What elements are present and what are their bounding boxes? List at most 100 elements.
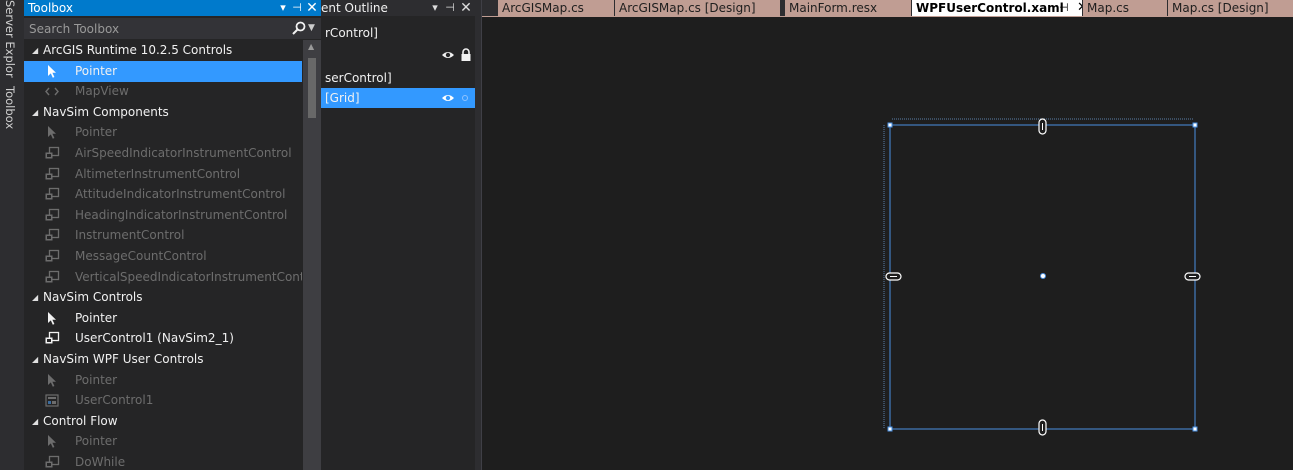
toolbox-item[interactable]: HeadingIndicatorInstrumentControl bbox=[24, 205, 302, 226]
tab-label: ArcGISMap.cs [Design] bbox=[619, 1, 756, 15]
toolbox-item-label: AirSpeedIndicatorInstrumentControl bbox=[75, 146, 292, 160]
lock-toggle-icon[interactable] bbox=[462, 95, 468, 101]
toolbox-category-label: NavSim Controls bbox=[43, 290, 143, 305]
toolbox-item-label: DoWhile bbox=[75, 455, 126, 469]
outline-row[interactable]: rControl] bbox=[321, 23, 475, 43]
resize-handle-bottom-left[interactable] bbox=[887, 426, 893, 432]
server-explorer-tab[interactable]: Server Explorer bbox=[3, 0, 17, 78]
toolbox-title: Toolbox bbox=[28, 1, 73, 15]
expand-arrow-icon[interactable]: ◢ bbox=[32, 102, 38, 123]
toolbox-item-label: AttitudeIndicatorInstrumentControl bbox=[75, 187, 286, 202]
scrollbar-thumb[interactable] bbox=[308, 58, 316, 118]
resize-handle-top-left[interactable] bbox=[887, 122, 893, 128]
toolbox-item-label: MessageCountControl bbox=[75, 249, 207, 263]
expand-arrow-icon[interactable]: ◢ bbox=[32, 411, 38, 432]
toolbox-item[interactable]: Pointer bbox=[24, 370, 302, 391]
toolbox-item[interactable]: InstrumentControl bbox=[24, 225, 302, 246]
toolbox-category-label: ArcGIS Runtime 10.2.5 Controls bbox=[43, 43, 233, 57]
resize-handle-top-right[interactable] bbox=[1192, 122, 1198, 128]
resize-handle-bottom-right[interactable] bbox=[1192, 426, 1198, 432]
tab-arcgismap-design[interactable]: ArcGISMap.cs [Design] bbox=[615, 0, 780, 16]
tab-map-design[interactable]: Map.cs [Design] bbox=[1168, 0, 1293, 16]
toolbox-item-label: VerticalSpeedIndicatorInstrumentControl bbox=[75, 269, 302, 284]
window-position-dropdown-icon[interactable]: ▾ bbox=[276, 0, 290, 16]
lock-icon[interactable] bbox=[460, 48, 472, 62]
toolbox-category[interactable]: ◢ Control Flow bbox=[24, 411, 302, 432]
margin-adorner-right[interactable] bbox=[1184, 272, 1201, 281]
outline-row[interactable] bbox=[321, 45, 475, 65]
search-icon[interactable] bbox=[292, 21, 306, 35]
toolbox-category[interactable]: ◢ NavSim Controls bbox=[24, 287, 302, 308]
close-icon[interactable]: ✕ bbox=[305, 0, 319, 16]
toolbox-item[interactable]: UserControl1 bbox=[24, 390, 302, 411]
margin-adorner-bottom[interactable] bbox=[1038, 419, 1047, 436]
toolbox-scrollbar[interactable]: ▲ bbox=[303, 40, 321, 470]
pointer-icon bbox=[48, 311, 56, 325]
toolbox-side-tab[interactable]: Toolbox bbox=[3, 86, 17, 129]
toolbox-item-label: UserControl1 (NavSim2_1) bbox=[75, 331, 234, 346]
design-canvas bbox=[883, 118, 1201, 436]
toolbox-category[interactable]: ◢ NavSim WPF User Controls bbox=[24, 349, 302, 370]
outline-row-label: serControl] bbox=[325, 71, 392, 85]
toolbox-item[interactable]: MapView bbox=[24, 81, 302, 102]
toolbox-item[interactable]: AttitudeIndicatorInstrumentControl bbox=[24, 184, 302, 205]
tab-wpfusercontrol-xaml[interactable]: WPFUserControl.xaml ⊣ ✕ bbox=[912, 0, 1082, 16]
outline-row-label: [Grid] bbox=[325, 91, 360, 105]
toolbox-item[interactable]: Pointer bbox=[24, 60, 302, 82]
toolbox-item-label: Pointer bbox=[75, 310, 118, 325]
tab-mainform-resx[interactable]: MainForm.resx bbox=[785, 0, 911, 16]
tab-close-icon[interactable]: ✕ bbox=[1077, 0, 1082, 16]
outline-row-label: rControl] bbox=[325, 26, 378, 40]
toolbox-item[interactable]: VerticalSpeedIndicatorInstrumentControl bbox=[24, 267, 302, 288]
toolbox-item-label: MapView bbox=[75, 84, 129, 99]
pin-icon[interactable]: ⊣ bbox=[290, 0, 304, 16]
grid-element-selection[interactable] bbox=[883, 118, 1201, 436]
tab-map-cs[interactable]: Map.cs bbox=[1083, 0, 1167, 16]
toolbox-header: Toolbox ▾ ⊣ ✕ bbox=[24, 0, 321, 16]
toolbox-item-label: HeadingIndicatorInstrumentControl bbox=[75, 207, 288, 222]
document-outline-panel: ent Outline ▾ ⊣ ✕ rControl] serControl] … bbox=[321, 0, 475, 470]
toolbox-item[interactable]: MessageCountControl bbox=[24, 246, 302, 267]
document-tab-strip: ArcGISMap.cs ArcGISMap.cs [Design] MainF… bbox=[482, 0, 1293, 17]
window-position-dropdown-icon[interactable]: ▾ bbox=[428, 0, 442, 16]
toolbox-item[interactable]: Pointer bbox=[24, 122, 302, 143]
outline-row[interactable]: serControl] bbox=[321, 68, 475, 88]
pointer-icon bbox=[48, 435, 56, 449]
eye-icon[interactable] bbox=[441, 92, 455, 104]
close-icon[interactable]: ✕ bbox=[459, 0, 473, 16]
toolbox-item[interactable]: AltimeterInstrumentControl bbox=[24, 164, 302, 185]
expand-arrow-icon[interactable]: ◢ bbox=[32, 287, 38, 308]
pointer-icon bbox=[48, 64, 56, 78]
toolbox-item[interactable]: Pointer bbox=[24, 308, 302, 329]
toolbox-category-label: NavSim WPF User Controls bbox=[43, 352, 204, 366]
margin-adorner-left[interactable] bbox=[885, 272, 902, 281]
search-options-dropdown-icon[interactable]: ▼ bbox=[308, 18, 315, 39]
scroll-up-arrow-icon[interactable]: ▲ bbox=[308, 42, 314, 51]
outline-title: ent Outline bbox=[321, 1, 388, 15]
eye-icon[interactable] bbox=[441, 49, 455, 61]
component-icon bbox=[45, 455, 60, 468]
toolbox-item[interactable]: Pointer bbox=[24, 431, 302, 452]
toolbox-category-label: Control Flow bbox=[43, 413, 118, 428]
pin-icon[interactable]: ⊣ bbox=[443, 0, 457, 16]
toolbox-item[interactable]: UserControl1 (NavSim2_1) bbox=[24, 328, 302, 349]
expand-arrow-icon[interactable]: ◢ bbox=[32, 349, 38, 370]
expand-arrow-icon[interactable]: ◢ bbox=[32, 40, 38, 61]
toolbox-category[interactable]: ◢ ArcGIS Runtime 10.2.5 Controls bbox=[24, 40, 302, 61]
side-tab-strip: Server Explorer Toolbox bbox=[0, 0, 24, 470]
tab-label: MainForm.resx bbox=[789, 1, 878, 15]
center-point-handle[interactable] bbox=[1040, 273, 1046, 279]
toolbox-category-label: NavSim Components bbox=[43, 104, 169, 119]
margin-adorner-top[interactable] bbox=[1038, 118, 1047, 135]
tab-pin-icon[interactable]: ⊣ bbox=[1059, 0, 1069, 16]
document-outline-header: ent Outline ▾ ⊣ ✕ bbox=[321, 0, 475, 16]
toolbox-search-input[interactable] bbox=[24, 18, 290, 39]
toolbox-item-label: AltimeterInstrumentControl bbox=[75, 166, 241, 181]
outline-row-selected[interactable]: [Grid] bbox=[321, 88, 475, 108]
toolbox-item[interactable]: AirSpeedIndicatorInstrumentControl bbox=[24, 143, 302, 164]
component-icon bbox=[45, 229, 60, 241]
toolbox-item[interactable]: DoWhile bbox=[24, 452, 302, 470]
xaml-designer-surface[interactable] bbox=[482, 17, 1293, 470]
tab-arcgismap-cs[interactable]: ArcGISMap.cs bbox=[498, 0, 614, 16]
toolbox-category[interactable]: ◢ NavSim Components bbox=[24, 102, 302, 123]
